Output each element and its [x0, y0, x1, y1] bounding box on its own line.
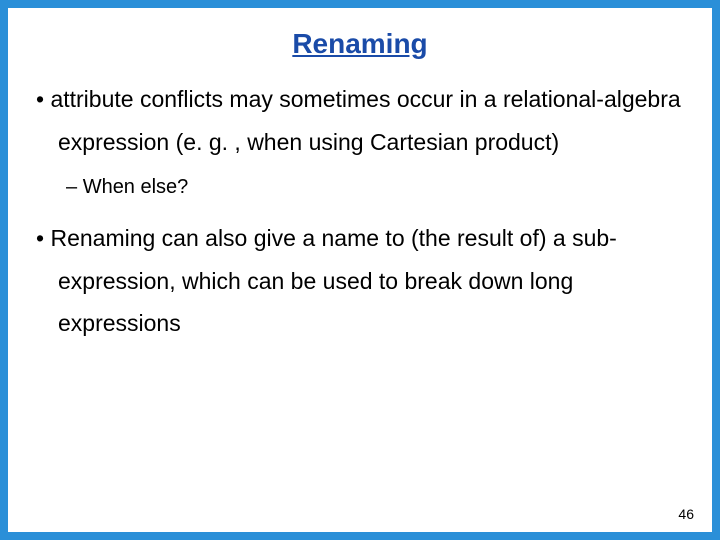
- bullet-item: Renaming can also give a name to (the re…: [36, 217, 684, 345]
- slide-content: attribute conflicts may sometimes occur …: [8, 78, 712, 345]
- slide-title: Renaming: [8, 8, 712, 78]
- bullet-sub-item: When else?: [66, 171, 684, 203]
- bullet-item: attribute conflicts may sometimes occur …: [36, 78, 684, 163]
- page-number: 46: [678, 506, 694, 522]
- slide-container: Renaming attribute conflicts may sometim…: [8, 8, 712, 532]
- bullet-text: Renaming can also give a name to (the re…: [50, 225, 616, 336]
- bullet-text: attribute conflicts may sometimes occur …: [50, 86, 680, 155]
- bullet-text: When else?: [83, 176, 189, 198]
